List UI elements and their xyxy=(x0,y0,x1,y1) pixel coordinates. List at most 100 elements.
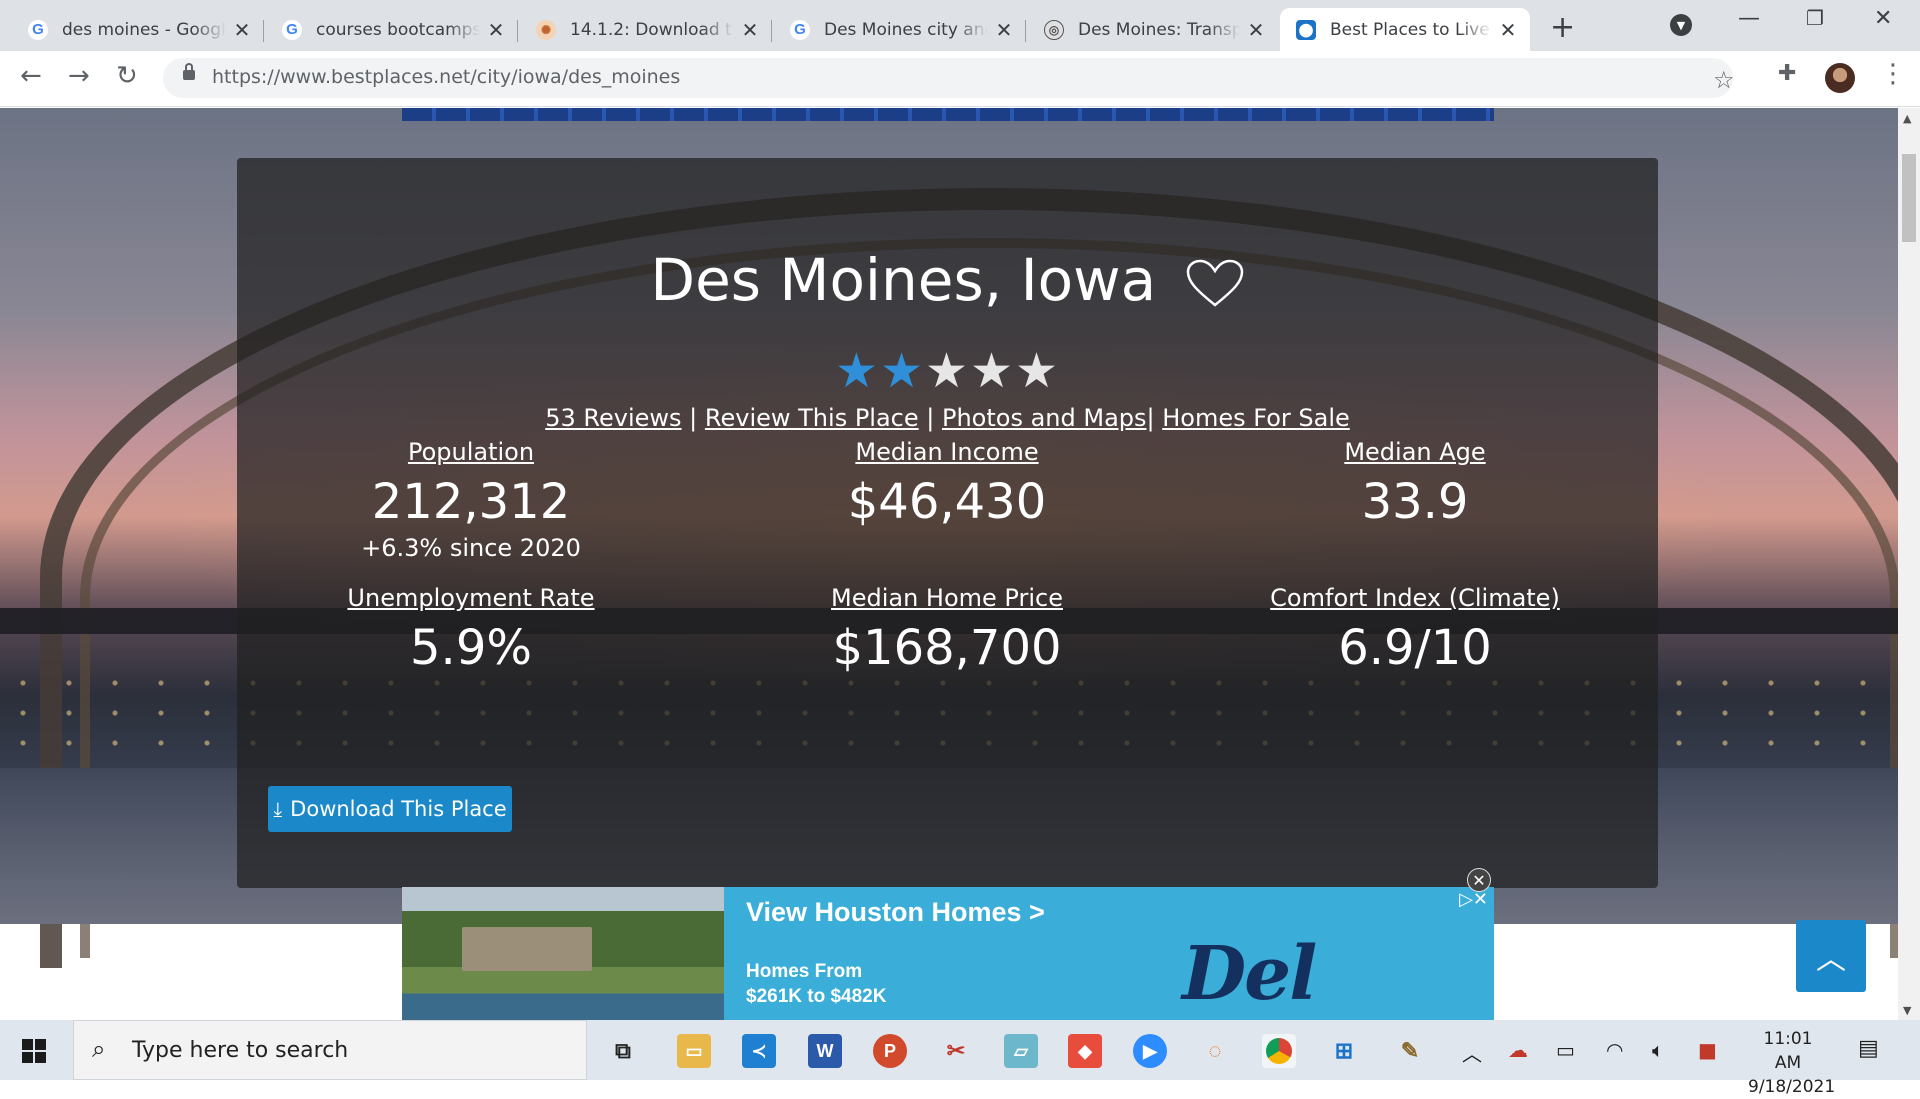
jupyter-icon[interactable]: ◌ xyxy=(1198,1034,1232,1068)
notes-icon[interactable]: ▱ xyxy=(1004,1034,1038,1068)
close-icon[interactable]: ✕ xyxy=(740,18,760,42)
search-icon: ⌕ xyxy=(92,1035,106,1063)
tab-search-icon[interactable]: ▼ xyxy=(1670,14,1692,36)
homes-for-sale-link[interactable]: Homes For Sale xyxy=(1162,404,1350,432)
top-ad-banner[interactable] xyxy=(402,108,1494,121)
close-icon[interactable]: ✕ xyxy=(486,18,506,42)
url-host: https://www.bestplaces.net xyxy=(212,66,471,88)
bestplaces-icon: ⬤ xyxy=(1296,19,1316,40)
address-bar[interactable]: https://www.bestplaces.net/city/iowa/des… xyxy=(163,58,1735,98)
stat-label[interactable]: Unemployment Rate xyxy=(237,584,705,612)
ad-photo xyxy=(402,887,724,1020)
action-center-icon[interactable]: ▤ xyxy=(1858,1036,1879,1061)
scroll-up-icon[interactable]: ▲ xyxy=(1903,112,1911,125)
ad-headline[interactable]: View Houston Homes > xyxy=(746,897,1045,928)
windows-start-icon[interactable] xyxy=(22,1039,46,1063)
stat-median-income: Median Income $46,430 xyxy=(713,438,1181,530)
stat-label[interactable]: Comfort Index (Climate) xyxy=(1181,584,1649,612)
heart-icon[interactable] xyxy=(1185,259,1245,309)
wifi-icon[interactable]: ◠ xyxy=(1606,1038,1623,1062)
scroll-down-icon[interactable]: ▼ xyxy=(1903,1004,1911,1017)
chrome-taskbar-icon[interactable] xyxy=(1262,1034,1296,1068)
vscode-icon[interactable]: ≺ xyxy=(742,1034,776,1068)
stat-value: 212,312 xyxy=(371,474,571,530)
notification-app-icon[interactable]: ■ xyxy=(1698,1038,1717,1062)
forward-icon[interactable]: → xyxy=(68,61,90,91)
scroll-thumb[interactable] xyxy=(1902,154,1916,242)
ad-body: Homes From $261K to $482K xyxy=(746,959,886,1009)
star-empty-icon[interactable]: ★ xyxy=(925,343,970,399)
back-to-top-button[interactable]: ︿ xyxy=(1796,920,1866,992)
stat-note: +6.3% since 2020 xyxy=(361,534,581,562)
window-close-icon[interactable]: ✕ xyxy=(1874,6,1892,31)
tab-4[interactable]: ◎ Des Moines: Transportation ✕ xyxy=(1028,8,1278,51)
bookmark-star-icon[interactable]: ☆ xyxy=(1713,66,1735,94)
extensions-icon[interactable]: ✚ xyxy=(1778,61,1796,86)
star-empty-icon[interactable]: ★ xyxy=(970,343,1015,399)
chevron-up-icon: ︿ xyxy=(1816,942,1846,977)
volume-icon[interactable]: 🔈︎ xyxy=(1652,1038,1664,1062)
taskbar-clock[interactable]: 11:01 AM 9/18/2021 xyxy=(1748,1027,1835,1099)
city-title: Des Moines, Iowa xyxy=(650,246,1157,314)
battery-icon[interactable]: ▭ xyxy=(1556,1038,1575,1062)
stat-label[interactable]: Population xyxy=(237,438,705,466)
download-label: Download This Place xyxy=(290,797,507,821)
ad-choices-icon[interactable]: ▷✕ xyxy=(1459,889,1488,910)
close-icon[interactable]: ✕ xyxy=(232,18,252,42)
colorful-app-icon[interactable]: ◆ xyxy=(1068,1034,1102,1068)
page-title: Des Moines, Iowa xyxy=(237,246,1658,314)
review-this-place-link[interactable]: Review This Place xyxy=(705,404,919,432)
tab-2[interactable]: ✺ 14.1.2: Download the Data ✕ xyxy=(520,8,772,51)
tab-1[interactable]: G courses bootcamps - Google Search ✕ xyxy=(266,8,518,51)
tab-3[interactable]: G Des Moines city and county ✕ xyxy=(774,8,1026,51)
ad-close-icon[interactable]: ✕ xyxy=(1467,868,1491,892)
chrome-menu-icon[interactable]: ⋮ xyxy=(1880,59,1906,89)
snipping-tool-icon[interactable]: ✂ xyxy=(939,1034,973,1068)
new-tab-button[interactable]: + xyxy=(1550,10,1575,45)
url-text[interactable]: https://www.bestplaces.net/city/iowa/des… xyxy=(212,66,680,88)
tab-5-active[interactable]: ⬤ Best Places to Live in Des Moines ✕ xyxy=(1280,8,1530,51)
close-icon[interactable]: ✕ xyxy=(1498,18,1518,42)
file-explorer-icon[interactable]: ▭ xyxy=(677,1034,711,1068)
powerpoint-icon[interactable]: P xyxy=(873,1034,907,1068)
back-icon[interactable]: ← xyxy=(20,61,42,91)
taskbar-search-box[interactable]: ⌕ Type here to search xyxy=(73,1020,587,1080)
download-icon: ⤓ xyxy=(273,797,283,821)
star-empty-icon[interactable]: ★ xyxy=(1015,343,1060,399)
google-icon: G xyxy=(28,19,48,40)
stat-value: 33.9 xyxy=(1361,474,1469,530)
houston-homes-ad[interactable]: View Houston Homes > Homes From $261K to… xyxy=(402,887,1494,1020)
show-hidden-icons[interactable]: ︿ xyxy=(1462,1038,1482,1067)
tab-title: courses bootcamps - Google Search xyxy=(316,19,480,40)
page-scrollbar[interactable]: ▲ ▼ xyxy=(1898,108,1920,1020)
minimize-icon[interactable]: — xyxy=(1738,6,1760,31)
chrome-icon xyxy=(1266,1038,1292,1064)
tab-title: Des Moines city and county xyxy=(824,19,988,40)
stat-median-home-price: Median Home Price $168,700 xyxy=(713,584,1181,676)
grid-app-icon[interactable]: ⊞ xyxy=(1327,1034,1361,1068)
download-this-place-button[interactable]: ⤓ Download This Place xyxy=(268,786,512,832)
photos-maps-link[interactable]: Photos and Maps xyxy=(942,404,1147,432)
google-icon: G xyxy=(790,19,810,40)
word-icon[interactable]: W xyxy=(808,1034,842,1068)
restore-icon[interactable]: ❐ xyxy=(1806,6,1824,30)
zoom-icon[interactable]: ▶ xyxy=(1133,1034,1167,1068)
stat-label[interactable]: Median Home Price xyxy=(713,584,1181,612)
profile-avatar[interactable] xyxy=(1825,63,1855,93)
del-webb-logo: Del Webb xyxy=(1182,931,1404,1020)
star-rating[interactable]: ★★★★★ xyxy=(237,343,1658,399)
reviews-link[interactable]: 53 Reviews xyxy=(545,404,681,432)
paint-icon[interactable]: ✎ xyxy=(1393,1034,1427,1068)
star-filled-icon[interactable]: ★ xyxy=(835,343,880,399)
tab-strip: G des moines - Google Search ✕ G courses… xyxy=(0,0,1920,51)
reload-icon[interactable]: ↻ xyxy=(116,61,138,91)
stat-label[interactable]: Median Income xyxy=(713,438,1181,466)
close-icon[interactable]: ✕ xyxy=(994,18,1014,42)
stat-label[interactable]: Median Age xyxy=(1181,438,1649,466)
onedrive-icon[interactable]: ☁ xyxy=(1508,1038,1528,1062)
task-view-icon[interactable]: ⧉ xyxy=(606,1034,640,1068)
lock-icon[interactable] xyxy=(183,63,195,80)
star-filled-icon[interactable]: ★ xyxy=(880,343,925,399)
tab-0[interactable]: G des moines - Google Search ✕ xyxy=(12,8,264,51)
close-icon[interactable]: ✕ xyxy=(1246,18,1266,42)
